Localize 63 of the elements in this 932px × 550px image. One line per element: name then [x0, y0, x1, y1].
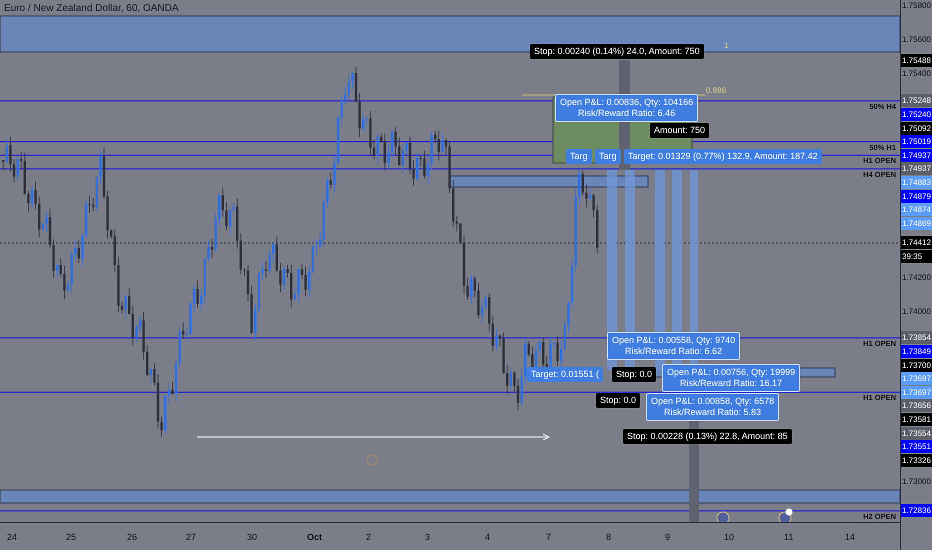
date-label: 4	[485, 532, 490, 542]
price-tag: 1.75019	[901, 135, 932, 148]
price-tick-label: 1.75600	[902, 35, 931, 44]
price-tick-label: 1.75400	[902, 69, 931, 78]
price-tick-label: 1.75800	[902, 1, 931, 10]
price-tag: 1.73854	[901, 331, 932, 344]
position-label: Stop: 0.00240 (0.14%) 24.0, Amount: 750	[530, 44, 704, 59]
price-tag: 1.74874	[901, 203, 932, 216]
price-tag: 1.75240	[901, 108, 932, 121]
price-tag: 1.74412	[901, 236, 932, 250]
date-label: 2	[366, 532, 372, 542]
price-tick-label: 1.74200	[902, 273, 931, 282]
price-tag: 1.73554	[901, 426, 932, 440]
price-tag: 1.73697	[901, 386, 932, 399]
price-tag: 1.73551	[901, 440, 932, 454]
price-tag: 1.74869	[901, 216, 932, 230]
position-label: Targ	[566, 149, 592, 164]
price-tag: 1.75248	[901, 94, 932, 108]
price-tag: 1.73581	[901, 412, 932, 426]
date-label: 14	[845, 532, 856, 542]
date-label: 24	[7, 532, 18, 542]
price-tag: 1.75488	[901, 54, 932, 67]
price-tag: 1.73849	[901, 344, 932, 358]
date-label: 27	[186, 532, 196, 542]
date-label: 30	[247, 532, 258, 542]
price-tag: 1.73700	[901, 358, 932, 372]
date-label: 11	[784, 532, 794, 542]
date-label: 7	[546, 532, 552, 542]
chart-title: Euro / New Zealand Dollar, 60, OANDA	[4, 3, 179, 14]
price-tag: 1.73326	[901, 454, 932, 467]
date-label: 26	[127, 532, 138, 542]
date-label: 25	[66, 532, 76, 542]
price-tag: 1.74937	[901, 162, 932, 176]
position-label: Target: 0.01551 (	[527, 367, 604, 382]
date-label: Oct	[307, 532, 322, 542]
price-tag: 1.75092	[901, 122, 932, 135]
position-label: Open P&L: 0.00836, Qty: 104166 Risk/Reward Ratio: 6.46	[555, 94, 698, 122]
price-tick-label: 1.73000	[902, 477, 931, 486]
position-label: Amount: 750	[650, 123, 710, 138]
date-label: 8	[606, 532, 612, 542]
position-label: Target: 0.01329 (0.77%) 132.9, Amount: 187.42	[624, 149, 822, 164]
price-tag: 1.74937	[901, 148, 932, 162]
price-tag: 1.72836	[901, 504, 932, 518]
position-label: Open P&L: 0.00756, Qty: 19999 Risk/Reward Ratio: 16.17	[662, 364, 800, 392]
position-label: Open P&L: 0.00858, Qty: 6578 Risk/Reward Ratio: 5.83	[646, 393, 780, 421]
position-label: Stop: 0.00228 (0.13%) 22.8, Amount: 85	[623, 429, 792, 444]
date-label: 10	[724, 532, 734, 542]
price-tick-label: 1.74000	[902, 307, 931, 316]
price-tag: 1.73656	[901, 399, 932, 412]
position-label: Targ	[595, 149, 621, 164]
position-label: Stop: 0.0	[612, 367, 656, 382]
date-label: 3	[425, 532, 430, 542]
price-tag: 1.74879	[901, 190, 932, 203]
position-label: Stop: 0.0	[596, 393, 640, 408]
fib-level-label: 0.886	[706, 86, 726, 95]
price-tag: 1.74883	[901, 176, 932, 189]
position-label: Open P&L: 0.00558, Qty: 9740 Risk/Reward Ratio: 6.62	[607, 332, 740, 360]
price-tag: 39:35	[901, 250, 932, 264]
event-icon[interactable]	[778, 512, 792, 522]
event-icon[interactable]	[716, 512, 730, 522]
price-tag: 1.73697	[901, 372, 932, 386]
fib-level-label: 1	[724, 41, 728, 50]
date-label: 9	[665, 532, 670, 542]
